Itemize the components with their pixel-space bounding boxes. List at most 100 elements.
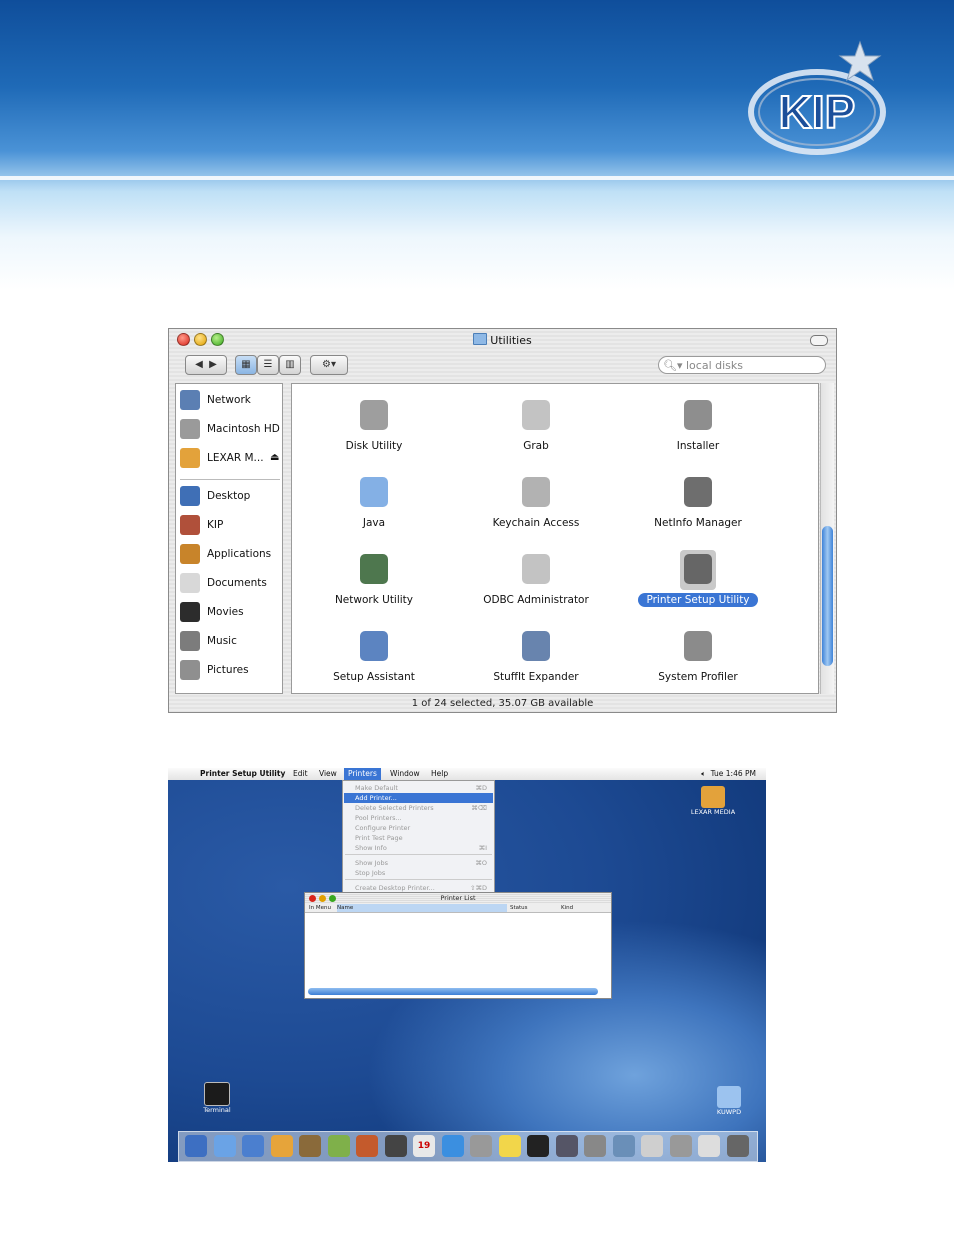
menu-item-make-default[interactable]: Make Default ⌘D — [355, 783, 491, 793]
menu-item-delete-selected-printers[interactable]: Delete Selected Printers ⌘⌫ — [355, 803, 491, 813]
window-title: Utilities — [169, 333, 836, 347]
menu-printers[interactable]: Printers — [344, 768, 381, 780]
finder-dock-icon[interactable] — [185, 1135, 207, 1157]
menu-help[interactable]: Help — [431, 768, 448, 780]
iphoto-dock-icon[interactable] — [356, 1135, 378, 1157]
imovie-dock-icon[interactable] — [384, 1135, 407, 1157]
action-gear-button[interactable]: ⚙▾ — [310, 355, 348, 375]
music-icon — [180, 631, 200, 651]
movies-icon — [180, 602, 200, 622]
menu-app-name[interactable]: Printer Setup Utility — [200, 768, 285, 780]
app-setup-assistant[interactable]: Setup Assistant — [294, 623, 454, 699]
back-forward-buttons[interactable]: ◀ ▶ — [185, 355, 227, 375]
terminal-dock-icon[interactable] — [527, 1135, 549, 1157]
sidebar-item-kip[interactable]: KIP — [180, 513, 284, 537]
col-status[interactable]: Status — [510, 904, 528, 912]
volume-icon[interactable]: 🔈︎ — [701, 769, 706, 778]
sidebar-item-network[interactable]: Network — [180, 388, 284, 412]
col-in-menu[interactable]: In Menu — [309, 904, 331, 912]
address-book-dock-icon[interactable] — [299, 1135, 321, 1157]
column-view-button[interactable]: ▥ — [279, 355, 301, 375]
app-netinfo-manager[interactable]: NetInfo Manager — [618, 469, 778, 545]
document-dock-icon[interactable] — [698, 1135, 720, 1157]
sidebar-item-documents[interactable]: Documents — [180, 571, 284, 595]
preview-dock-icon[interactable] — [612, 1135, 635, 1157]
pw-close-button[interactable] — [309, 895, 316, 902]
sidebar-item-desktop[interactable]: Desktop — [180, 484, 284, 508]
status-bar: 1 of 24 selected, 35.07 GB available — [411, 698, 594, 709]
col-kind[interactable]: Kind — [561, 904, 573, 912]
menu-item-show-jobs[interactable]: Show Jobs ⌘O — [355, 858, 491, 868]
printer-list-title: Printer List — [440, 894, 476, 902]
search-field[interactable]: 🔍︎▾ local disks — [658, 356, 826, 374]
list-view-button[interactable]: ☰ — [257, 355, 279, 375]
app-label: Keychain Access — [456, 517, 616, 529]
network-dock-icon[interactable] — [555, 1135, 578, 1157]
printer-list-titlebar[interactable]: Printer List — [305, 893, 611, 904]
ical-dock-icon[interactable]: 19 — [413, 1135, 435, 1157]
sidebar-item-macintosh-hd[interactable]: Macintosh HD — [180, 417, 284, 441]
finder-window: Utilities ◀ ▶ ▦ ☰ ▥ ⚙▾ 🔍︎▾ local disks N… — [168, 328, 837, 713]
menu-item-pool-printers[interactable]: Pool Printers... — [355, 813, 491, 823]
app-stuffit-expander[interactable]: StuffIt Expander — [456, 623, 616, 699]
vertical-scrollbar[interactable] — [820, 383, 834, 694]
ichat-dock-icon[interactable] — [270, 1135, 293, 1157]
scroll-thumb[interactable] — [822, 526, 833, 666]
menu-item-configure-printer[interactable]: Configure Printer — [355, 823, 491, 833]
app-label: ODBC Administrator — [456, 594, 616, 606]
menu-item-label: Print Test Page — [355, 834, 403, 842]
app-system-profiler[interactable]: System Profiler — [618, 623, 778, 699]
sidebar-item-lexar-m[interactable]: LEXAR M... ⏏ — [180, 446, 284, 470]
menu-item-show-info[interactable]: Show Info ⌘I — [355, 843, 491, 853]
pw-zoom-button[interactable] — [329, 895, 336, 902]
sidebar-item-pictures[interactable]: Pictures — [180, 658, 284, 682]
printer-dock-icon[interactable] — [584, 1135, 606, 1157]
app-installer[interactable]: Installer — [618, 392, 778, 468]
app-network-utility[interactable]: Network Utility — [294, 546, 454, 622]
sidebar-item-music[interactable]: Music — [180, 629, 284, 653]
disk-dock-icon[interactable] — [669, 1135, 692, 1157]
menu-item-stop-jobs[interactable]: Stop Jobs — [355, 868, 491, 878]
menu-edit[interactable]: Edit — [293, 768, 308, 780]
menu-item-shortcut: ⌘D — [475, 784, 487, 792]
eject-icon[interactable]: ⏏ — [270, 446, 279, 470]
toolbar-toggle-button[interactable] — [810, 335, 828, 346]
menu-window[interactable]: Window — [390, 768, 420, 780]
stickies-dock-icon[interactable] — [498, 1135, 521, 1157]
menu-item-label: Make Default — [355, 784, 398, 792]
printers-dropdown-menu: Make Default ⌘D Add Printer... Delete Selec… — [342, 780, 495, 893]
app-grab[interactable]: Grab — [456, 392, 616, 468]
window-titlebar[interactable]: Utilities — [169, 329, 836, 351]
desktop-icon-terminal[interactable]: Terminal — [182, 1082, 252, 1114]
menu-view[interactable]: View — [319, 768, 337, 780]
sidebar-item-label: Pictures — [207, 664, 249, 676]
menu-item-print-test-page[interactable]: Print Test Page — [355, 833, 491, 843]
usb-drive-icon — [180, 448, 200, 468]
system-preferences-dock-icon[interactable] — [470, 1135, 492, 1157]
col-name[interactable]: Name — [337, 904, 507, 912]
app-label: Network Utility — [294, 594, 454, 606]
app-keychain-access[interactable]: Keychain Access — [456, 469, 616, 545]
icon-view-button[interactable]: ▦ — [235, 355, 257, 375]
desktop-icon-kuwpd[interactable]: KUWPD — [694, 1086, 764, 1116]
mail-dock-icon[interactable] — [242, 1135, 264, 1157]
desktop-icon-lexar[interactable]: LEXAR MEDIA — [678, 786, 748, 816]
app-printer-setup-utility[interactable]: Printer Setup Utility — [618, 546, 778, 622]
app-odbc-administrator[interactable]: ODBC Administrator — [456, 546, 616, 622]
app-disk-utility[interactable]: Disk Utility — [294, 392, 454, 468]
safari-dock-icon[interactable] — [213, 1135, 236, 1157]
sidebar-item-movies[interactable]: Movies — [180, 600, 284, 624]
app-java[interactable]: Java — [294, 469, 454, 545]
kuwpd-label: KUWPD — [716, 1108, 742, 1116]
pw-minimize-button[interactable] — [319, 895, 326, 902]
trash-dock-icon[interactable] — [726, 1135, 749, 1157]
menu-item-label: Add Printer... — [355, 794, 397, 802]
quicktime-dock-icon[interactable] — [441, 1135, 464, 1157]
menu-item-add-printer[interactable]: Add Printer... — [344, 793, 493, 803]
grab-dock-icon[interactable] — [641, 1135, 663, 1157]
itunes-dock-icon[interactable] — [327, 1135, 350, 1157]
home-icon — [180, 515, 200, 535]
keychain-icon — [518, 473, 554, 513]
sidebar-item-applications[interactable]: Applications — [180, 542, 284, 566]
printer-list-hscroll[interactable] — [308, 988, 598, 995]
